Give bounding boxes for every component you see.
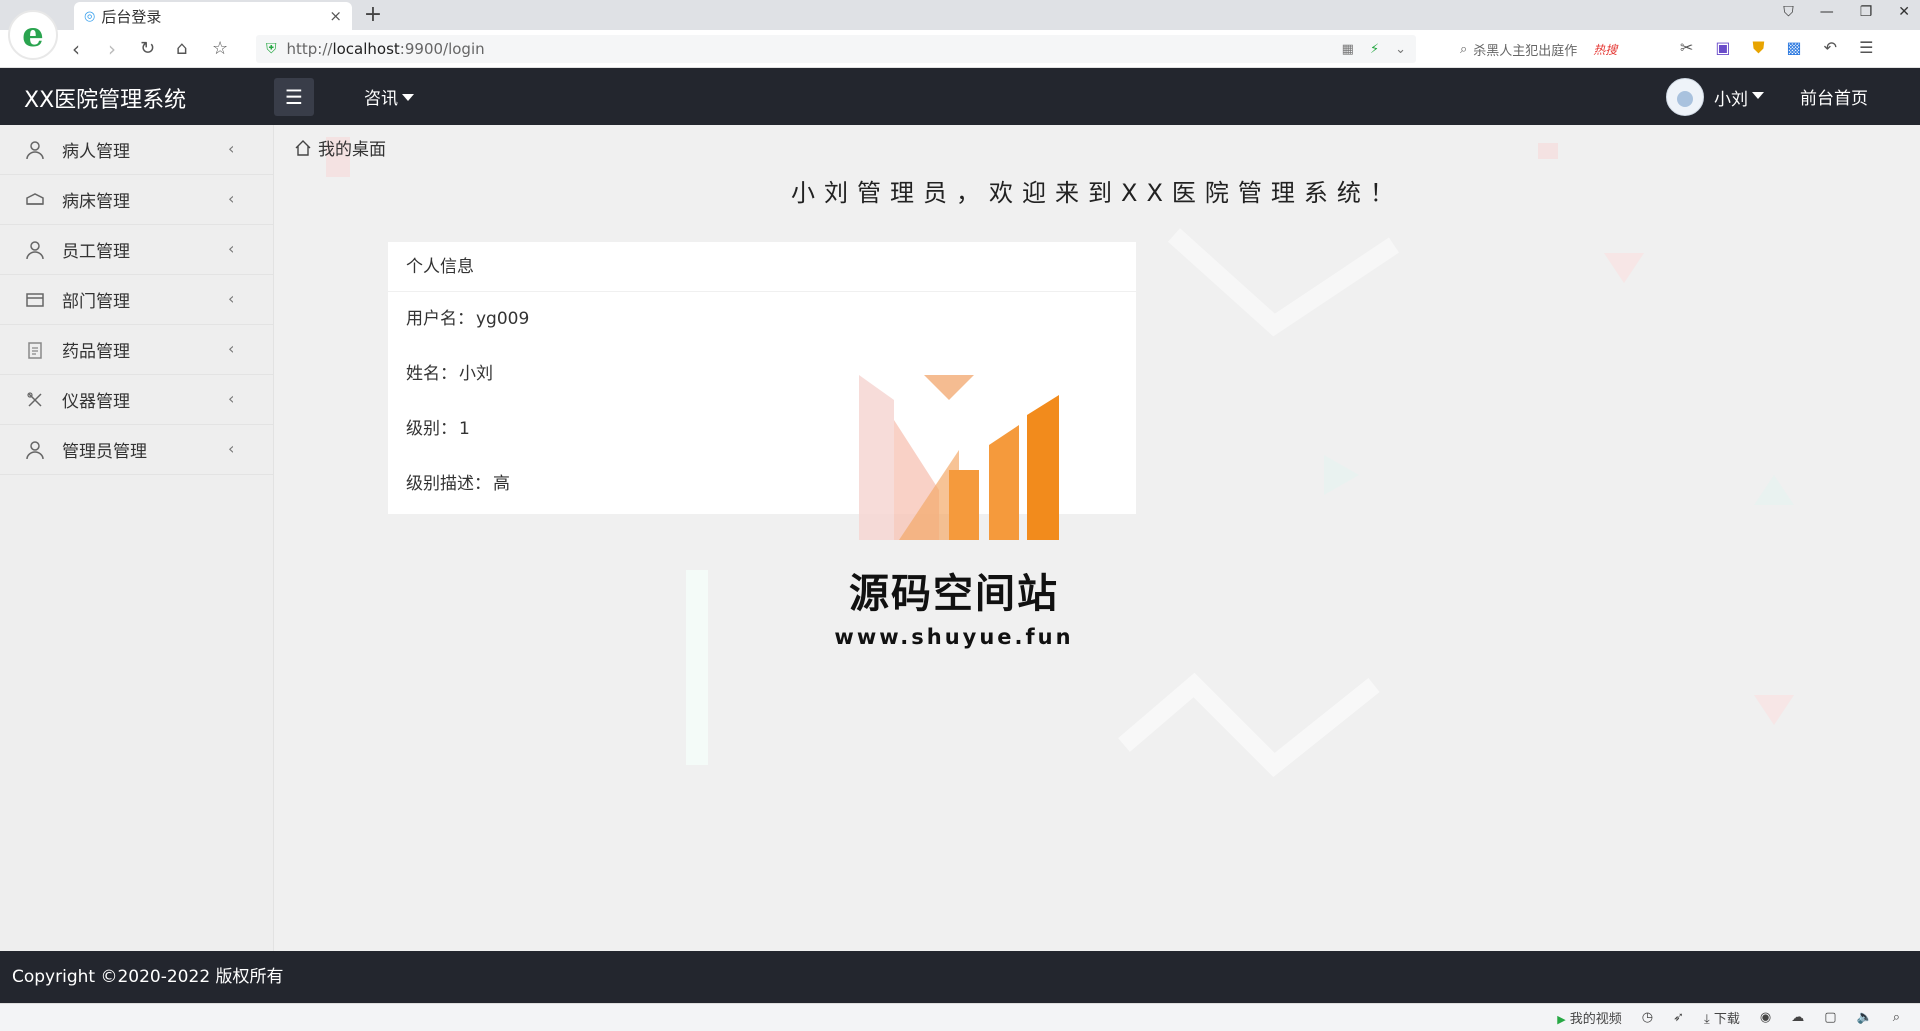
sidebar-item-departments[interactable]: 部门管理 ‹ [0, 275, 273, 325]
clock-icon[interactable]: ◷ [1642, 1010, 1653, 1025]
instrument-icon [24, 389, 46, 411]
staff-icon [24, 239, 46, 261]
watermark-name: 源码空间站 [849, 571, 1059, 617]
back-icon[interactable]: ‹ [72, 38, 80, 60]
window-pin-icon[interactable]: ⛉ [1783, 4, 1794, 20]
admin-icon [24, 439, 46, 461]
sidebar-item-instruments[interactable]: 仪器管理 ‹ [0, 375, 273, 425]
sidebar-item-admins[interactable]: 管理员管理 ‹ [0, 425, 273, 475]
search-icon: ⌕ [1460, 41, 1468, 57]
eye-icon[interactable]: ◉ [1760, 1010, 1771, 1025]
breadcrumb[interactable]: 我的桌面 [294, 135, 386, 160]
user-menu[interactable]: 小刘 [1666, 78, 1764, 116]
bed-icon [24, 189, 46, 211]
browser-toolbar: ‹ › ↻ ⌂ ☆ ⛨ http://localhost:9900/login … [0, 30, 1920, 68]
home-icon [294, 139, 312, 157]
card-title: 个人信息 [388, 242, 1136, 292]
cloud-icon[interactable]: ☁ [1791, 1010, 1804, 1025]
browser-menu-icon[interactable]: ☰ [1859, 38, 1873, 58]
chevron-left-icon: ‹ [228, 289, 235, 308]
browser-tab-strip: ◎ 后台登录 × + ⛉ — ❐ ✕ [0, 0, 1920, 30]
grid-extension-icon[interactable]: ▩ [1787, 38, 1802, 58]
app-title: XX医院管理系统 [24, 88, 187, 113]
user-icon [24, 139, 46, 161]
sidebar-item-label: 管理员管理 [62, 442, 147, 462]
user-name: 小刘 [1714, 89, 1748, 110]
front-home-link[interactable]: 前台首页 [1800, 84, 1868, 109]
user-caret-down-icon [1752, 91, 1764, 99]
new-tab-button[interactable]: + [360, 2, 386, 28]
forward-icon[interactable]: › [108, 38, 116, 60]
chevron-left-icon: ‹ [228, 239, 235, 258]
home-icon[interactable]: ⌂ [176, 38, 187, 60]
browser-status-bar: 我的视频 ◷ ➶ ⤓ 下载 ◉ ☁ ▢ 🔈 ⌕ [0, 1003, 1920, 1031]
reload-icon[interactable]: ↻ [140, 38, 155, 60]
tab-title: 后台登录 [101, 7, 162, 26]
info-row-username: 用户名： yg009 [406, 309, 530, 329]
avatar [1666, 78, 1704, 116]
sidebar-item-staff[interactable]: 员工管理 ‹ [0, 225, 273, 275]
copyright-text: Copyright ©2020-2022 版权所有 [12, 967, 284, 987]
sidebar-item-beds[interactable]: 病床管理 ‹ [0, 175, 273, 225]
nav-news-label: 咨讯 [364, 89, 398, 109]
search-suggestion: 杀黑人主犯出庭作 [1473, 43, 1578, 59]
sidebar-item-label: 员工管理 [62, 242, 130, 262]
my-video-link[interactable]: 我的视频 [1557, 1008, 1622, 1027]
qr-code-icon[interactable]: ▦ [1342, 42, 1354, 57]
secure-shield-icon: ⛨ [266, 41, 277, 57]
sidebar-item-patients[interactable]: 病人管理 ‹ [0, 125, 273, 175]
address-bar[interactable]: ⛨ http://localhost:9900/login ▦ ⚡ ⌄ [256, 35, 1416, 63]
chevron-left-icon: ‹ [228, 139, 235, 158]
sidebar-item-medicine[interactable]: 药品管理 ‹ [0, 325, 273, 375]
sidebar-item-label: 病床管理 [62, 192, 130, 212]
hamburger-icon: ☰ [285, 85, 303, 109]
scissors-icon[interactable]: ✂ [1680, 38, 1693, 58]
app-header: XX医院管理系统 ☰ 咨讯 小刘 前台首页 [0, 68, 1920, 125]
browser-logo-icon[interactable]: e [8, 10, 58, 60]
bookmark-star-icon[interactable]: ☆ [212, 38, 228, 60]
window-restore-icon[interactable]: ❐ [1860, 4, 1873, 20]
chevron-left-icon: ‹ [228, 339, 235, 358]
shield-extension-icon[interactable]: ⛊ [1753, 38, 1765, 58]
extension-icons: ✂ ▣ ⛊ ▩ ↶ ☰ [1680, 38, 1873, 58]
tab-close-icon[interactable]: × [329, 7, 342, 25]
chevron-left-icon: ‹ [228, 389, 235, 408]
hot-search-badge[interactable]: 热搜 [1593, 41, 1617, 58]
window-minimize-icon[interactable]: — [1820, 4, 1834, 20]
window-controls: ⛉ — ❐ ✕ [1783, 4, 1910, 20]
watermark: 源码空间站 www.shuyue.fun [834, 370, 1074, 649]
lightning-icon[interactable]: ⚡ [1370, 42, 1379, 57]
zoom-icon[interactable]: ⌕ [1893, 1010, 1900, 1025]
main-content: 我的桌面 小刘管理员，欢迎来到XX医院管理系统！ 个人信息 用户名： yg009 … [274, 125, 1920, 951]
sidebar-item-label: 病人管理 [62, 142, 130, 162]
window-icon[interactable]: ▢ [1824, 1010, 1836, 1025]
window-close-icon[interactable]: ✕ [1898, 4, 1910, 20]
welcome-message: 小刘管理员，欢迎来到XX医院管理系统！ [791, 179, 1403, 207]
undo-icon[interactable]: ↶ [1824, 38, 1837, 58]
department-icon [24, 289, 46, 311]
watermark-url: www.shuyue.fun [834, 625, 1074, 649]
watermark-logo-icon [859, 375, 1059, 540]
chevron-left-icon: ‹ [228, 439, 235, 458]
breadcrumb-label: 我的桌面 [318, 140, 386, 160]
tab-favicon-icon: ◎ [84, 8, 96, 24]
download-link[interactable]: ⤓ 下载 [1704, 1008, 1740, 1027]
caret-down-icon [402, 93, 414, 101]
browser-tab[interactable]: ◎ 后台登录 × [74, 2, 352, 30]
volume-icon[interactable]: 🔈 [1857, 1010, 1873, 1025]
medicine-icon [24, 339, 46, 361]
sidebar-item-label: 部门管理 [62, 292, 130, 312]
nav-news-dropdown[interactable]: 咨讯 [364, 84, 414, 109]
footer: Copyright ©2020-2022 版权所有 [0, 951, 1920, 1003]
browser-search-box[interactable]: ⌕ 杀黑人主犯出庭作 热搜 [1460, 35, 1660, 63]
rocket-icon[interactable]: ➶ [1673, 1010, 1684, 1025]
menu-toggle-button[interactable]: ☰ [274, 78, 314, 116]
sidebar-item-label: 药品管理 [62, 342, 130, 362]
url-text: http://localhost:9900/login [286, 40, 485, 58]
chevron-left-icon: ‹ [228, 189, 235, 208]
translate-icon[interactable]: ▣ [1715, 38, 1730, 58]
address-dropdown-icon[interactable]: ⌄ [1395, 42, 1406, 57]
sidebar-item-label: 仪器管理 [62, 392, 130, 412]
sidebar: 病人管理 ‹ 病床管理 ‹ 员工管理 ‹ 部门管理 ‹ 药品管理 ‹ 仪器管理 … [0, 125, 274, 951]
